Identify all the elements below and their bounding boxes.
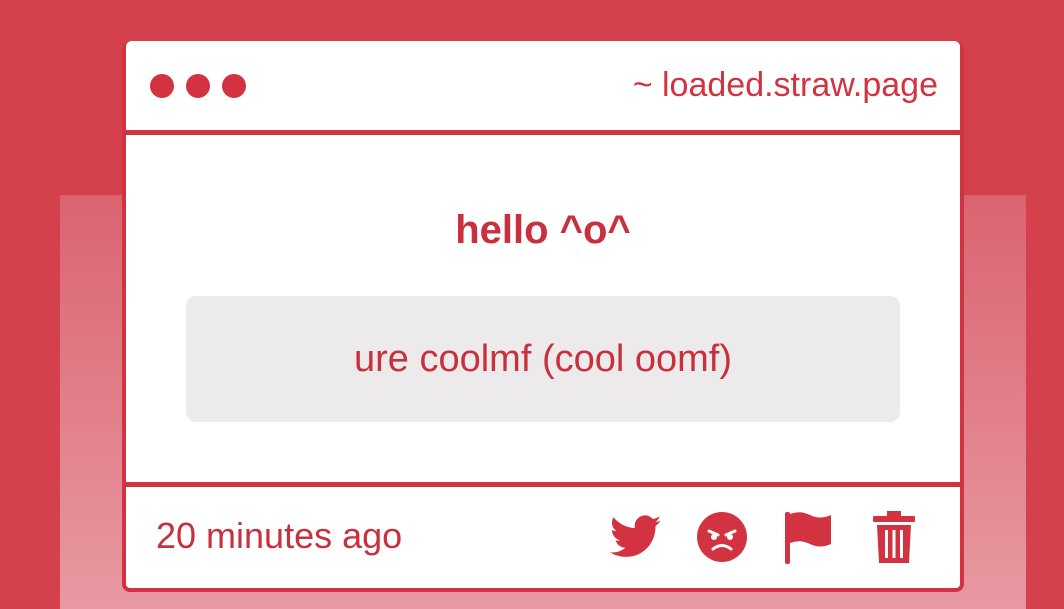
post-title: hello ^o^ [455, 208, 631, 252]
twitter-icon [610, 515, 662, 559]
share-twitter-button[interactable] [610, 511, 662, 563]
post-message: ure coolmf (cool oomf) [353, 338, 732, 380]
window-dot-2 [186, 74, 210, 98]
message-box: ure coolmf (cool oomf) [186, 296, 900, 422]
delete-button[interactable] [868, 511, 920, 563]
angry-face-icon [697, 512, 747, 562]
post-actions [610, 510, 920, 564]
post-card: ~ loaded.straw.page hello ^o^ ure coolmf… [122, 41, 964, 592]
flag-icon [783, 510, 833, 564]
post-timestamp: 20 minutes ago [156, 515, 403, 556]
report-button[interactable] [782, 510, 834, 564]
window-dot-3 [222, 74, 246, 98]
window-dots [150, 74, 246, 98]
post-footer: 20 minutes ago [126, 487, 960, 588]
react-angry-button[interactable] [696, 511, 748, 563]
post-content: hello ^o^ ure coolmf (cool oomf) [126, 135, 960, 482]
post-card-body: ~ loaded.straw.page hello ^o^ ure coolmf… [126, 41, 960, 588]
trash-icon [872, 511, 916, 563]
window-titlebar: ~ loaded.straw.page [126, 41, 960, 129]
page-url[interactable]: ~ loaded.straw.page [633, 65, 938, 105]
window-dot-1 [150, 74, 174, 98]
